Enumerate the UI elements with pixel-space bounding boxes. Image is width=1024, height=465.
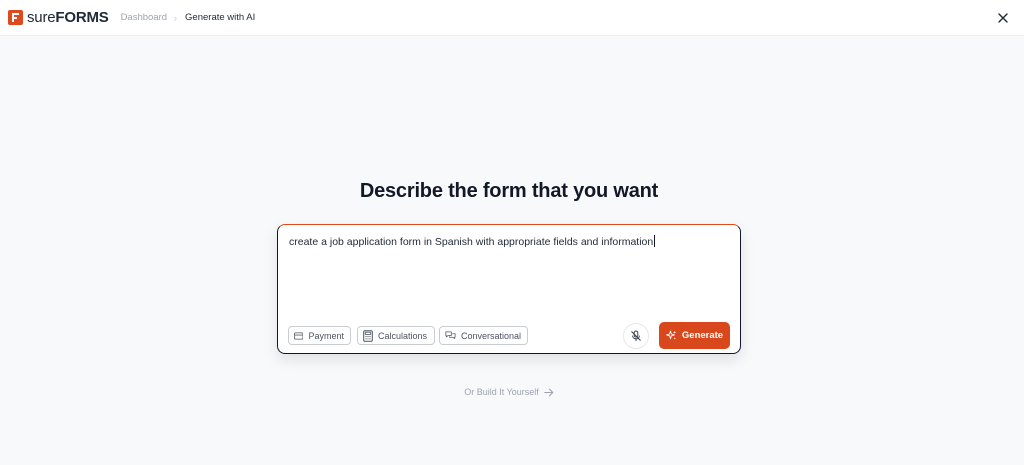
- logo-wordmark: sureFORMS: [27, 9, 109, 26]
- page-title: Describe the form that you want: [359, 180, 659, 202]
- sureforms-logo[interactable]: sureFORMS: [8, 9, 109, 26]
- breadcrumb-dashboard[interactable]: Dashboard: [121, 12, 167, 23]
- calculations-chip[interactable]: Calculations: [357, 326, 435, 345]
- build-it-yourself-label: Or Build It Yourself: [464, 387, 539, 397]
- generate-button[interactable]: Generate: [659, 322, 730, 349]
- calculator-icon: [363, 329, 373, 342]
- logo-text-regular: sure: [27, 9, 56, 26]
- payment-chip[interactable]: Payment: [288, 326, 351, 345]
- close-icon: [998, 13, 1008, 23]
- build-it-yourself-link[interactable]: Or Build It Yourself: [0, 387, 1018, 397]
- prompt-textarea[interactable]: create a job application form in Spanish…: [289, 235, 729, 248]
- top-bar: sureFORMS Dashboard › Generate with AI: [0, 0, 1024, 36]
- text-caret: [654, 235, 656, 247]
- generate-button-label: Generate: [681, 330, 724, 341]
- sureforms-logo-icon: [8, 10, 23, 25]
- sparkle-icon: [666, 330, 677, 340]
- chat-bubbles-icon: [445, 331, 456, 339]
- payment-chip-label: Payment: [308, 330, 344, 341]
- conversational-chip[interactable]: Conversational: [439, 326, 528, 345]
- conversational-chip-label: Conversational: [460, 330, 521, 341]
- voice-input-button[interactable]: [623, 323, 649, 349]
- close-button[interactable]: [995, 10, 1011, 26]
- breadcrumb-separator-icon: ›: [174, 12, 178, 23]
- arrow-right-icon: [544, 388, 554, 397]
- logo-text-bold: FORMS: [55, 9, 109, 26]
- prompt-value: create a job application form in Spanish…: [289, 236, 654, 248]
- microphone-off-icon: [631, 330, 641, 341]
- prompt-card: create a job application form in Spanish…: [277, 224, 741, 354]
- breadcrumb-current: Generate with AI: [185, 12, 256, 23]
- credit-card-icon: [294, 331, 304, 340]
- calculations-chip-label: Calculations: [378, 330, 428, 341]
